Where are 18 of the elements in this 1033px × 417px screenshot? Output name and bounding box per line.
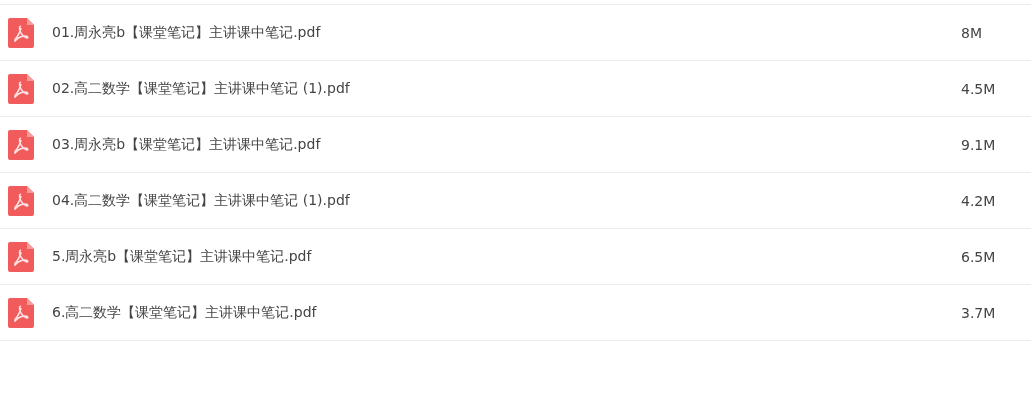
pdf-file-icon [8,17,34,48]
file-size: 4.5M [961,80,997,97]
file-name[interactable]: 01.周永亮b【课堂笔记】主讲课中笔记.pdf [52,23,961,42]
file-size: 4.2M [961,192,997,209]
file-name[interactable]: 02.高二数学【课堂笔记】主讲课中笔记 (1).pdf [52,79,961,98]
file-name[interactable]: 03.周永亮b【课堂笔记】主讲课中笔记.pdf [52,135,961,154]
file-size: 6.5M [961,248,997,265]
pdf-file-icon [8,185,34,216]
file-name[interactable]: 5.周永亮b【课堂笔记】主讲课中笔记.pdf [52,247,961,266]
file-size: 9.1M [961,136,997,153]
pdf-file-icon [8,297,34,328]
file-size: 3.7M [961,304,997,321]
file-name[interactable]: 04.高二数学【课堂笔记】主讲课中笔记 (1).pdf [52,191,961,210]
pdf-file-icon [8,73,34,104]
file-size: 8M [961,24,983,41]
pdf-file-icon [8,241,34,272]
pdf-file-icon [8,129,34,160]
file-name[interactable]: 6.高二数学【课堂笔记】主讲课中笔记.pdf [52,303,961,322]
